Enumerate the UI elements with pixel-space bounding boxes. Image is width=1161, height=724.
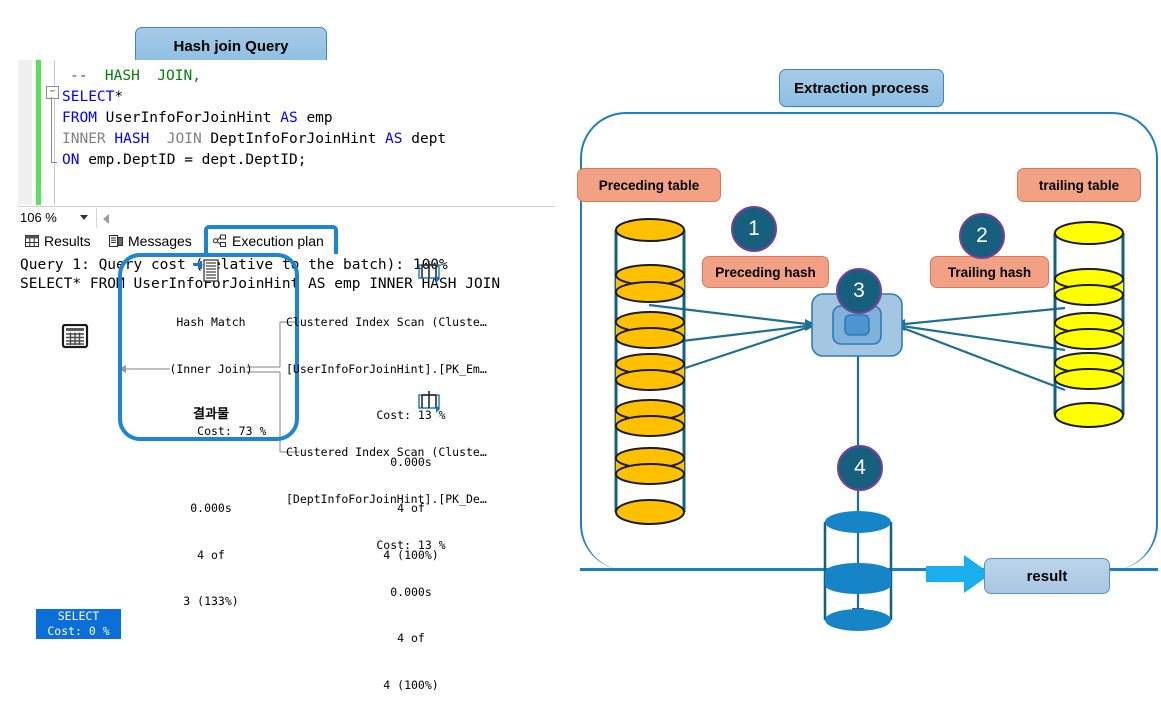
select-result-icon: [60, 323, 90, 355]
scan-bottom-line1: Clustered Index Scan (Cluste…: [286, 445, 487, 459]
trailing-hash-label: Trailing hash: [947, 264, 1032, 280]
hash-join-query-label: Hash join Query: [173, 37, 289, 55]
scan-bottom-cost: Cost: 13 %: [376, 538, 446, 552]
code-token: *: [114, 89, 124, 105]
hash-match-line4: 0.000s: [190, 501, 232, 515]
code-line-4: INNER HASH JOIN DeptInfoForJoinHint AS d…: [62, 131, 446, 147]
tab-messages[interactable]: Messages: [104, 230, 197, 252]
sql-editor[interactable]: − -- HASH JOIN, SELECT* FROM UserInfoFor…: [18, 60, 555, 205]
preceding-hash-label: Preceding hash: [715, 264, 816, 280]
zoom-level-value[interactable]: 106 %: [20, 210, 57, 225]
messages-icon: [109, 234, 123, 248]
code-line-5: ON emp.DeptID = dept.DeptID;: [62, 152, 306, 168]
code-line-2: SELECT*: [62, 89, 123, 105]
right-arrow-icon: [926, 555, 992, 598]
step-badge-4-label: 4: [854, 456, 866, 479]
step-badge-4: 4: [837, 445, 883, 491]
step-badge-3-label: 3: [853, 279, 865, 302]
code-token: dept: [402, 131, 447, 147]
code-token: AS: [385, 131, 403, 147]
step-badge-1: 1: [731, 206, 777, 252]
code-token: emp: [297, 110, 333, 126]
preceding-table-cylinder: [608, 212, 692, 547]
code-line-3: FROM UserInfoForJoinHint AS emp: [62, 110, 333, 126]
preceding-table-tag: Preceding table: [577, 168, 721, 202]
select-plan-node[interactable]: SELECT Cost: 0 %: [36, 609, 121, 639]
zoom-separator: [96, 208, 97, 228]
scan-top-line2: [UserInfoForJoinHint].[PK_Em…: [286, 361, 487, 376]
hash-match-line6: 3 (133%): [183, 594, 239, 608]
extraction-process-diagram: Extraction process Preceding table trail…: [565, 60, 1161, 646]
code-token: HASH: [114, 131, 150, 147]
preceding-table-label: Preceding table: [598, 177, 700, 193]
trailing-hash-tag: Trailing hash: [930, 256, 1049, 288]
code-token: FROM: [62, 110, 97, 126]
editor-change-bar: [36, 60, 41, 205]
code-token: DeptInfoForJoinHint: [201, 131, 386, 147]
results-tab-strip: Results Messages Execution plan: [18, 225, 555, 263]
result-callout: result: [984, 558, 1110, 594]
split-handle-icon[interactable]: [103, 214, 109, 224]
hash-match-line5: 4 of: [197, 547, 225, 562]
scan-bottom-line4: 0.000s: [390, 584, 432, 599]
scan-bottom-line6: 4 (100%): [383, 677, 439, 692]
tab-results-label: Results: [44, 233, 91, 249]
code-token: UserInfoForJoinHint: [96, 110, 281, 126]
trailing-table-cylinder: [1047, 215, 1131, 450]
select-node-cost: Cost: 0 %: [47, 624, 110, 638]
code-token: emp.DeptID = dept.DeptID;: [79, 152, 307, 168]
code-token: SELECT: [62, 89, 115, 105]
code-collapse-foot: [51, 162, 57, 163]
step-badge-3: 3: [836, 268, 882, 314]
step-badge-1-label: 1: [748, 217, 760, 240]
code-collapse-toggle[interactable]: −: [46, 86, 59, 99]
code-token: -- HASH JOIN,: [70, 68, 201, 84]
chevron-down-icon[interactable]: [80, 215, 88, 220]
scan-top-line1: Clustered Index Scan (Cluste…: [286, 315, 487, 329]
code-token: ON: [62, 152, 80, 168]
editor-gutter: [18, 60, 32, 205]
result-cylinder: [819, 508, 897, 649]
preceding-hash-tag: Preceding hash: [702, 256, 829, 288]
scan-bottom-line5: 4 of: [397, 631, 425, 645]
scan-bottom-line2: [DeptInfoForJoinHint].[PK_De…: [286, 491, 487, 506]
code-token: JOIN: [149, 131, 202, 147]
trailing-table-tag: trailing table: [1017, 168, 1141, 202]
code-collapse-stem: [51, 97, 52, 163]
result-label: result: [1026, 567, 1068, 585]
hash-match-highlight-ring: [118, 253, 299, 441]
code-line-1: -- HASH JOIN,: [70, 68, 201, 84]
tab-results[interactable]: Results: [20, 230, 96, 252]
clustered-index-scan-node-bottom[interactable]: Clustered Index Scan (Cluste… [DeptInfoF…: [286, 414, 572, 724]
step-badge-2-label: 2: [976, 224, 988, 247]
step-badge-2: 2: [959, 213, 1005, 259]
tab-messages-label: Messages: [128, 233, 192, 249]
execution-plan-canvas: Query 1: Query cost (relative to the bat…: [18, 253, 555, 692]
code-token: AS: [280, 110, 298, 126]
code-token: INNER: [62, 131, 115, 147]
editor-gutter-divider: [54, 60, 55, 205]
grid-icon: [25, 234, 39, 248]
select-node-title: SELECT: [57, 609, 100, 623]
trailing-table-label: trailing table: [1038, 177, 1120, 193]
